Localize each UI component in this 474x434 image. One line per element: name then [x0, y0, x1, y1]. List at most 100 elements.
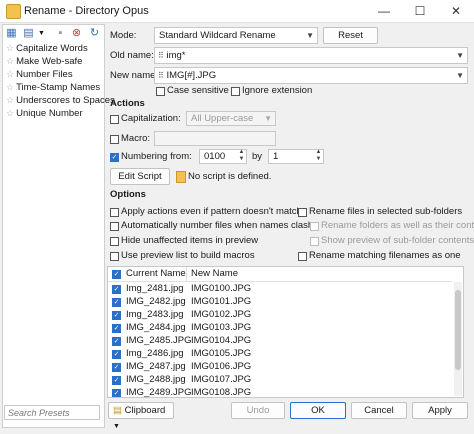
- capitalization-value: All Upper-case: [191, 113, 254, 124]
- table-row[interactable]: ✓ IMG_2489.JPG IMG0108.JPG: [108, 387, 452, 397]
- delete-icon[interactable]: ⊗: [70, 27, 83, 40]
- new-name-field[interactable]: ⠿ IMG[#].JPG ▼: [154, 67, 468, 84]
- current-name-cell: Img_2481.jpg: [126, 283, 184, 294]
- ok-button[interactable]: OK: [290, 402, 346, 419]
- row-checkbox[interactable]: ✓: [112, 298, 121, 307]
- old-name-field[interactable]: ⠿ img* ▼: [154, 47, 468, 64]
- table-row[interactable]: ✓ IMG_2485.JPG IMG0104.JPG: [108, 335, 452, 348]
- refresh-icon[interactable]: ↻: [88, 27, 101, 40]
- by-spinner[interactable]: ▲ ▼: [314, 149, 323, 164]
- preset-item[interactable]: ☆ Make Web-safe: [6, 56, 82, 69]
- row-checkbox[interactable]: ✓: [112, 389, 121, 397]
- chevron-down-icon: ▼: [306, 31, 314, 40]
- macro-field[interactable]: [154, 131, 276, 146]
- column-divider[interactable]: [186, 267, 187, 281]
- preset-item[interactable]: ☆ Time-Stamp Names: [6, 82, 100, 95]
- preset-item[interactable]: ☆ Underscores to Spaces: [6, 95, 115, 108]
- clipboard-icon: ▤: [113, 405, 122, 416]
- table-row[interactable]: ✓ Img_2483.jpg IMG0102.JPG: [108, 309, 452, 322]
- preset-item[interactable]: ☆ Capitalize Words: [6, 43, 88, 56]
- old-name-value: img*: [166, 50, 186, 61]
- scrollbar-thumb[interactable]: [455, 290, 461, 370]
- auto-number-checkbox[interactable]: [110, 222, 119, 231]
- capitalization-label: Capitalization:: [121, 113, 181, 124]
- row-checkbox[interactable]: ✓: [112, 337, 121, 346]
- new-name-cell: IMG0108.JPG: [191, 387, 252, 397]
- current-name-cell: IMG_2489.JPG: [126, 387, 192, 397]
- row-checkbox[interactable]: ✓: [112, 350, 121, 359]
- row-checkbox[interactable]: ✓: [112, 285, 121, 294]
- search-presets-input[interactable]: Search Presets: [4, 405, 100, 420]
- preset-item[interactable]: ☆ Number Files: [6, 69, 73, 82]
- apply-actions-checkbox[interactable]: [110, 208, 119, 217]
- table-row[interactable]: ✓ IMG_2487.jpg IMG0106.JPG: [108, 361, 452, 374]
- capitalization-checkbox[interactable]: [110, 115, 119, 124]
- rename-subfolders-checkbox[interactable]: [298, 208, 307, 217]
- new-name-cell: IMG0103.JPG: [191, 322, 252, 333]
- current-name-cell: Img_2483.jpg: [126, 309, 184, 320]
- mode-label: Mode:: [110, 30, 137, 41]
- numbering-checkbox[interactable]: ✓: [110, 153, 119, 162]
- table-row[interactable]: ✓ Img_2486.jpg IMG0105.JPG: [108, 348, 452, 361]
- close-button[interactable]: ✕: [438, 0, 474, 22]
- by-label: by: [252, 151, 263, 162]
- minimize-button[interactable]: —: [366, 0, 402, 22]
- column-new-name[interactable]: New Name: [191, 268, 238, 279]
- save-preset-icon[interactable]: ▦: [5, 27, 18, 40]
- cancel-button[interactable]: Cancel: [351, 402, 407, 419]
- new-name-cell: IMG0107.JPG: [191, 374, 252, 385]
- edit-script-button[interactable]: Edit Script: [110, 168, 170, 185]
- no-script-text: No script is defined.: [188, 171, 272, 182]
- mode-select[interactable]: Standard Wildcard Rename ▼: [154, 27, 318, 44]
- undo-button[interactable]: Undo: [231, 402, 285, 419]
- load-preset-icon[interactable]: ▤: [22, 27, 35, 40]
- table-row[interactable]: ✓ IMG_2484.jpg IMG0103.JPG: [108, 322, 452, 335]
- disk-icon[interactable]: ▪: [54, 27, 67, 40]
- maximize-button[interactable]: ☐: [402, 0, 438, 22]
- case-sensitive-checkbox[interactable]: [156, 87, 165, 96]
- auto-number-label: Automatically number files when names cl…: [121, 220, 314, 231]
- actions-heading: Actions: [110, 98, 145, 109]
- numbering-spinner[interactable]: ▲ ▼: [237, 149, 246, 164]
- chevron-down-icon[interactable]: ▼: [35, 27, 48, 40]
- show-preview-sub-checkbox[interactable]: [310, 237, 319, 246]
- table-row[interactable]: ✓ IMG_2482.jpg IMG0101.JPG: [108, 296, 452, 309]
- clipboard-label: Clipboard: [124, 405, 166, 416]
- row-checkbox[interactable]: ✓: [112, 376, 121, 385]
- old-name-label: Old name:: [110, 50, 154, 61]
- table-row[interactable]: ✓ Img_2481.jpg IMG0100.JPG: [108, 283, 452, 296]
- case-sensitive-label: Case sensitive: [167, 85, 229, 96]
- reset-button[interactable]: Reset: [323, 27, 378, 44]
- hide-unaffected-checkbox[interactable]: [110, 237, 119, 246]
- clipboard-button[interactable]: ▤ Clipboard ▼: [108, 402, 174, 430]
- current-name-cell: IMG_2482.jpg: [126, 296, 186, 307]
- rename-folders-too-label: Rename folders as well as their contents: [321, 220, 474, 231]
- star-icon: ☆: [6, 56, 15, 66]
- star-icon: ☆: [6, 69, 15, 79]
- new-name-cell: IMG0100.JPG: [191, 283, 252, 294]
- preset-item[interactable]: ☆ Unique Number: [6, 108, 83, 121]
- rename-matching-checkbox[interactable]: [298, 252, 307, 261]
- ignore-extension-checkbox[interactable]: [231, 87, 240, 96]
- numbering-label: Numbering from:: [121, 151, 192, 162]
- chevron-down-icon: ▼: [456, 71, 464, 80]
- current-name-cell: Img_2486.jpg: [126, 348, 184, 359]
- star-icon: ☆: [6, 95, 15, 105]
- select-all-checkbox[interactable]: ✓: [112, 270, 121, 279]
- capitalization-select[interactable]: All Upper-case ▼: [186, 111, 276, 126]
- ignore-extension-label: Ignore extension: [242, 85, 313, 96]
- rename-matching-label: Rename matching filenames as one: [309, 250, 461, 261]
- macro-checkbox[interactable]: [110, 135, 119, 144]
- pattern-icon: ⠿: [158, 51, 164, 60]
- chevron-down-icon: ▼: [264, 114, 272, 123]
- row-checkbox[interactable]: ✓: [112, 324, 121, 333]
- rename-folders-too-checkbox[interactable]: [310, 222, 319, 231]
- use-preview-checkbox[interactable]: [110, 252, 119, 261]
- hide-unaffected-label: Hide unaffected items in preview: [121, 235, 259, 246]
- apply-button[interactable]: Apply: [412, 402, 468, 419]
- column-current-name[interactable]: Current Name: [126, 268, 186, 279]
- row-checkbox[interactable]: ✓: [112, 311, 121, 320]
- row-checkbox[interactable]: ✓: [112, 363, 121, 372]
- table-row[interactable]: ✓ IMG_2488.jpg IMG0107.JPG: [108, 374, 452, 387]
- star-icon: ☆: [6, 43, 15, 53]
